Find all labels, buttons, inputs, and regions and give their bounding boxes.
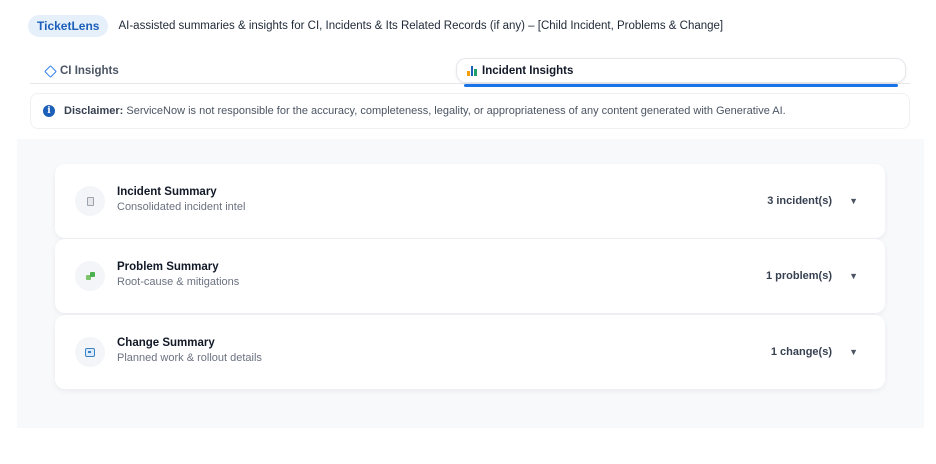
disclaimer-banner: i Disclaimer: ServiceNow is not responsi… <box>30 93 910 129</box>
change-icon <box>75 337 105 367</box>
disclaimer-label: Disclaimer: <box>64 105 124 117</box>
chevron-down-icon[interactable]: ▼ <box>849 347 858 357</box>
card-subtitle: Root-cause & mitigations <box>117 276 240 288</box>
change-summary-card[interactable]: Change Summary Planned work & rollout de… <box>55 315 885 389</box>
change-count: 1 change(s) <box>770 346 832 358</box>
disclaimer-text: ServiceNow is not responsible for the ac… <box>126 105 786 117</box>
chevron-down-icon[interactable]: ▼ <box>849 196 858 206</box>
brand-badge: TicketLens <box>28 15 109 37</box>
app-header: TicketLens AI-assisted summaries & insig… <box>28 14 723 38</box>
active-tab-indicator <box>464 84 898 87</box>
card-title: Problem Summary <box>117 261 219 273</box>
card-subtitle: Consolidated incident intel <box>117 201 246 213</box>
info-icon: i <box>43 105 55 117</box>
tab-label: Incident Insights <box>482 64 574 77</box>
header-description: AI-assisted summaries & insights for CI,… <box>118 20 724 32</box>
tab-incident-insights[interactable]: Incident Insights <box>456 58 906 83</box>
tab-label: CI Insights <box>60 64 119 77</box>
tab-ci-insights[interactable]: CI Insights <box>44 58 119 83</box>
document-icon <box>75 186 105 216</box>
chevron-down-icon[interactable]: ▼ <box>849 271 858 281</box>
bar-chart-icon <box>467 65 477 76</box>
problem-summary-card[interactable]: Problem Summary Root-cause & mitigations… <box>55 239 885 313</box>
incident-count: 3 incident(s) <box>767 195 832 207</box>
tab-bar: CI Insights Incident Insights <box>30 58 910 84</box>
card-title: Incident Summary <box>117 186 217 198</box>
problem-count: 1 problem(s) <box>765 270 832 282</box>
diamond-icon <box>44 65 55 76</box>
incident-summary-card[interactable]: Incident Summary Consolidated incident i… <box>55 164 885 238</box>
puzzle-icon <box>75 261 105 291</box>
card-title: Change Summary <box>117 337 215 349</box>
card-subtitle: Planned work & rollout details <box>117 352 262 364</box>
